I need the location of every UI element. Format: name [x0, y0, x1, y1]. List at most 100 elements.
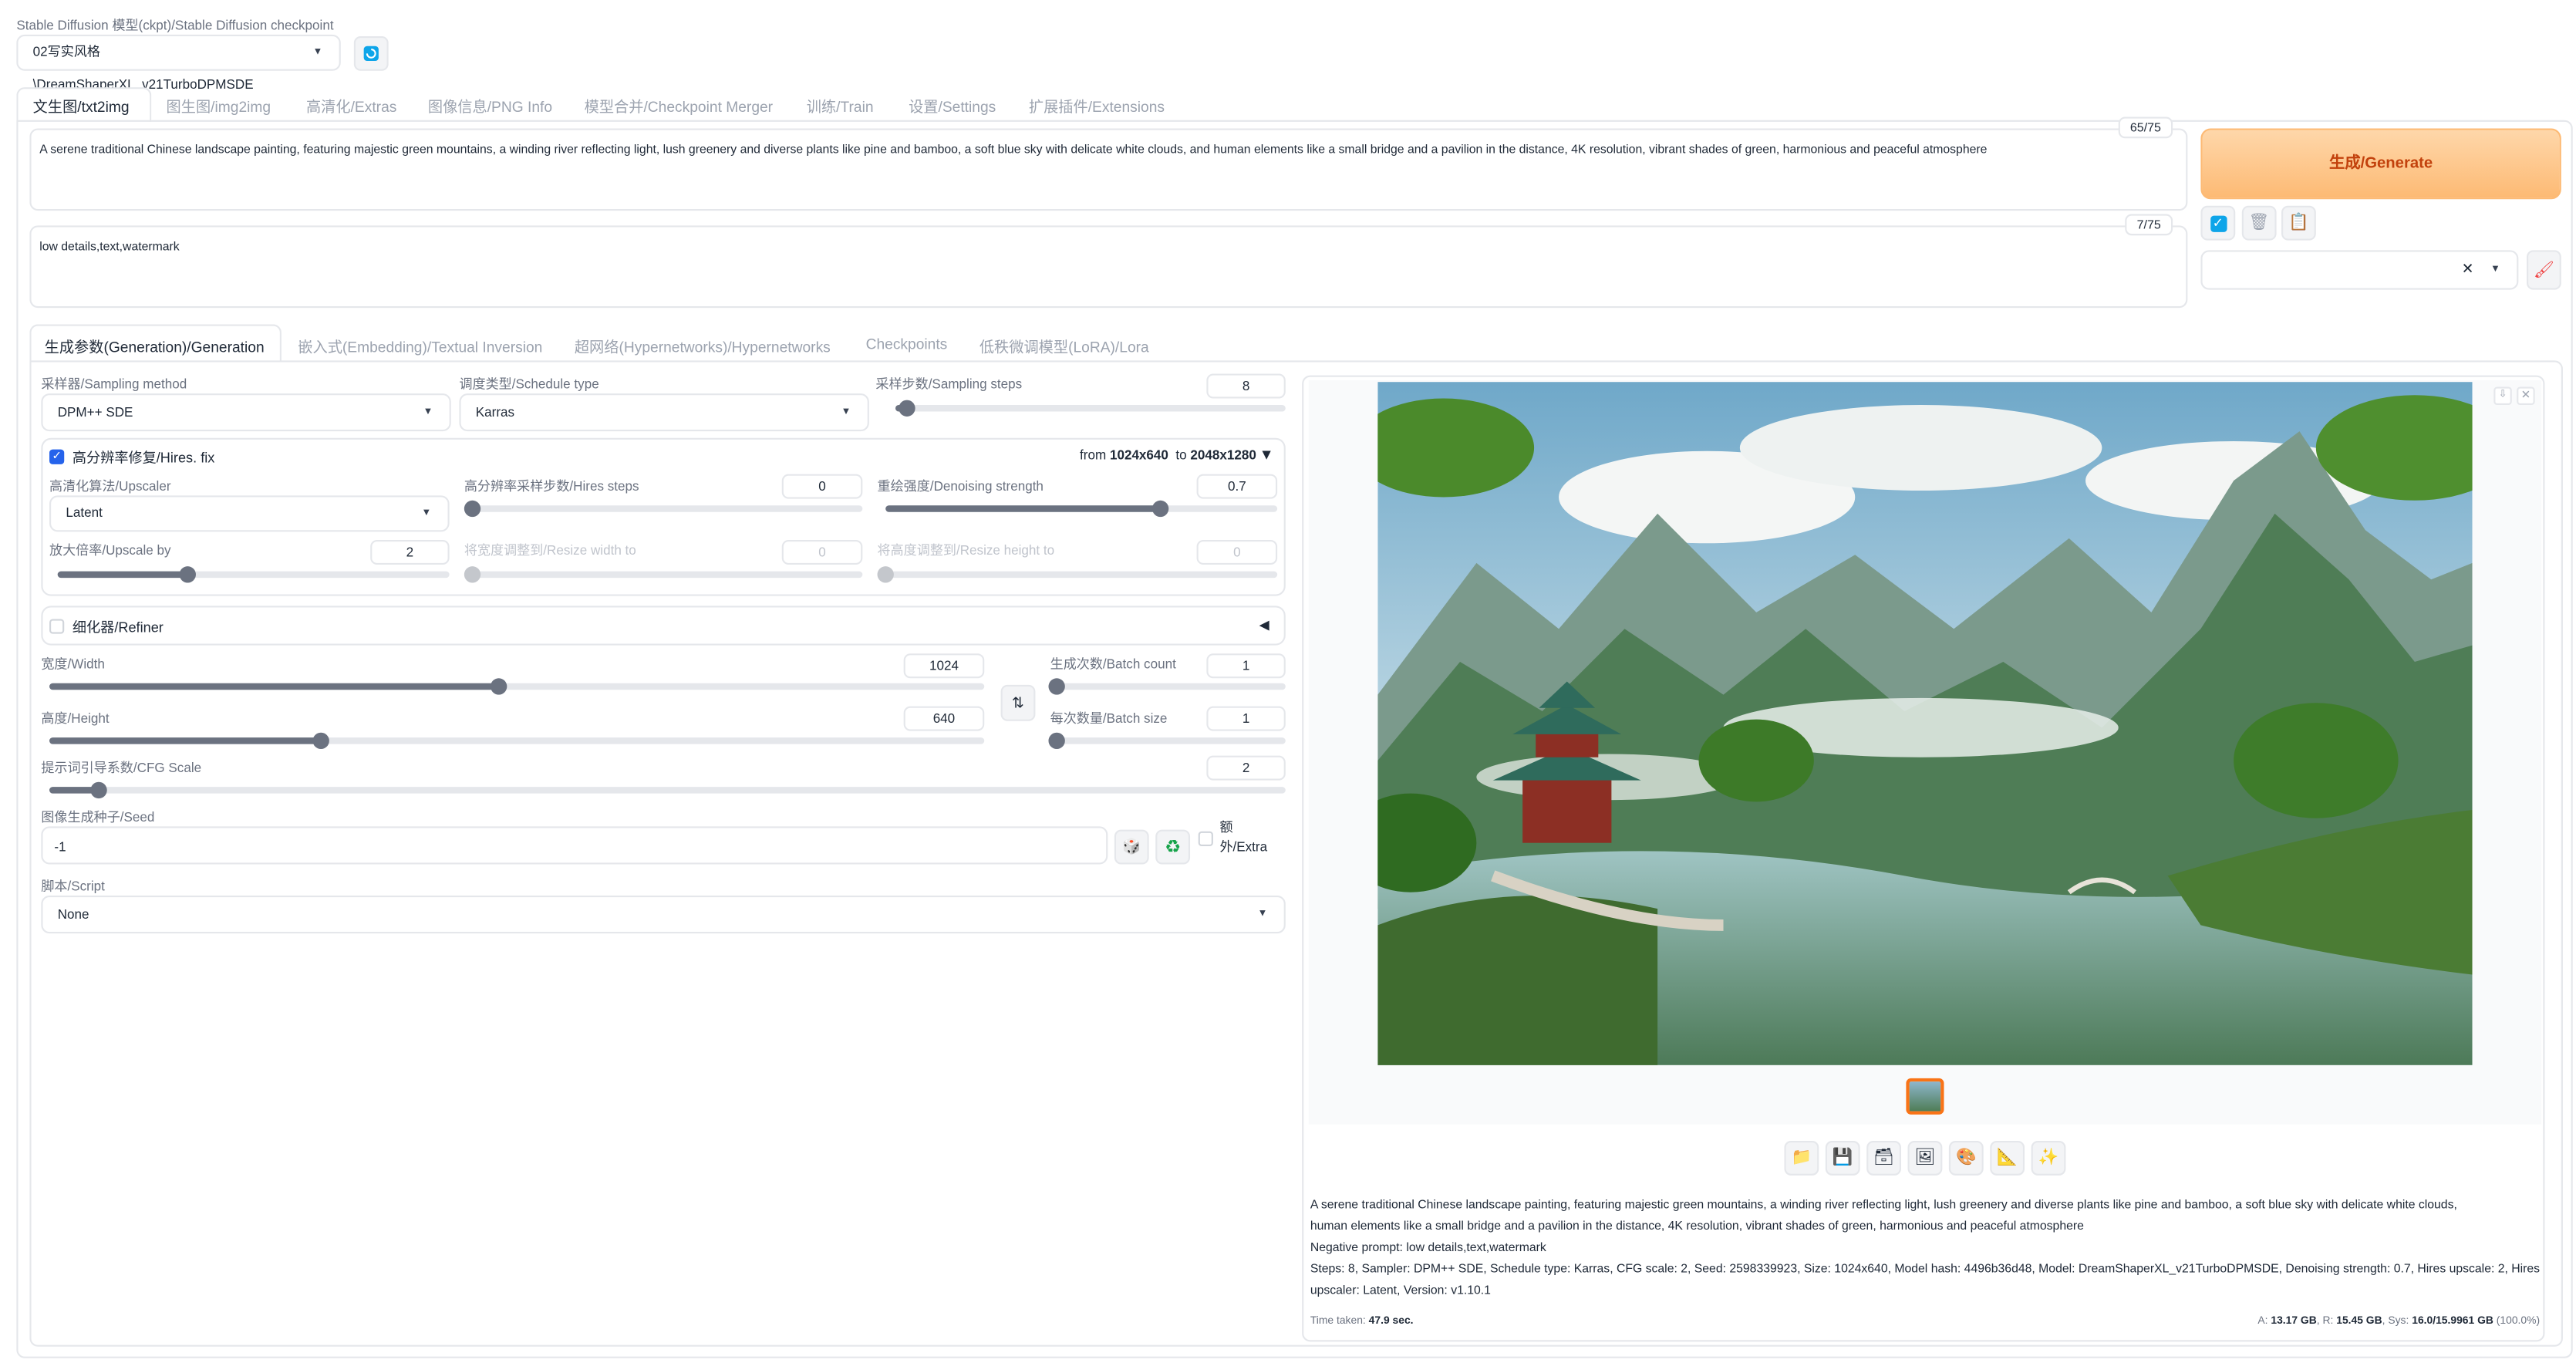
resize-height-input[interactable]: 0 — [1196, 540, 1278, 565]
download-icon[interactable]: ⇩ — [2493, 386, 2512, 406]
tab-png-info[interactable]: 图像信息/PNG Info — [428, 96, 552, 117]
trash-icon: 🗑 — [2248, 214, 2270, 232]
tab-checkpoints[interactable]: Checkpoints — [866, 336, 948, 352]
denoising-strength-input[interactable]: 0.7 — [1196, 474, 1278, 499]
tab-textual-inversion[interactable]: 嵌入式(Embedding)/Textual Inversion — [298, 336, 542, 357]
expand-icon[interactable]: ◀ — [1259, 617, 1269, 632]
upscaler-dropdown[interactable]: Latent ▼ — [49, 495, 450, 532]
resize-width-slider[interactable] — [464, 566, 863, 583]
chevron-down-icon: ▼ — [2490, 265, 2500, 275]
upscale-by-slider[interactable] — [57, 566, 450, 583]
cfg-scale-label: 提示词引导系数/CFG Scale — [41, 761, 202, 776]
send-to-inpaint-button[interactable]: 🎨 — [1948, 1141, 1984, 1176]
hires-steps-input[interactable]: 0 — [781, 474, 863, 499]
sampling-steps-slider[interactable] — [895, 400, 1286, 417]
apply-styles-button[interactable]: ✓ — [2200, 205, 2236, 241]
refiner-checkbox[interactable] — [49, 619, 65, 634]
width-slider[interactable] — [49, 678, 985, 695]
hires-resolution-info: from 1024x640 to 2048x1280 — [1080, 447, 1256, 463]
cfg-scale-input[interactable]: 2 — [1206, 755, 1286, 781]
hires-fix-label: 高分辨率修复/Hires. fix — [72, 449, 215, 466]
resize-width-label: 将宽度调整到/Resize width to — [464, 543, 636, 558]
extra-label: 额外/Extra — [1219, 819, 1268, 855]
folder-icon: 📁 — [1791, 1149, 1812, 1168]
send-to-img2img-button[interactable]: 🖼 — [1907, 1141, 1943, 1176]
generated-image[interactable] — [1377, 382, 2473, 1065]
upscale-button[interactable]: ✨ — [2031, 1141, 2066, 1176]
batch-size-input[interactable]: 1 — [1206, 706, 1286, 731]
schedule-type-dropdown[interactable]: Karras ▼ — [459, 393, 869, 432]
cfg-scale-slider[interactable] — [49, 781, 1286, 799]
clipboard-icon: 📋 — [2288, 214, 2309, 232]
swap-dimensions-button[interactable]: ⇅ — [1000, 684, 1036, 721]
sampling-steps-label: 采样步数/Sampling steps — [875, 376, 1023, 392]
prompt-token-counter: 65/75 — [2118, 116, 2173, 139]
refiner-panel[interactable] — [41, 606, 1286, 646]
send-to-extras-button[interactable]: 📐 — [1990, 1141, 2025, 1176]
schedule-type-label: 调度类型/Schedule type — [459, 376, 599, 392]
ruler-icon: 📐 — [1997, 1149, 2018, 1168]
archive-icon: 🗃 — [1873, 1149, 1895, 1168]
image-icon: 🖼 — [1914, 1149, 1936, 1168]
styles-dropdown[interactable]: ✕ ▼ — [2200, 250, 2519, 290]
trash-button[interactable]: 🗑 — [2241, 205, 2277, 241]
height-slider[interactable] — [49, 732, 985, 750]
upscale-by-label: 放大倍率/Upscale by — [49, 543, 171, 558]
tab-settings[interactable]: 设置/Settings — [909, 96, 996, 117]
resize-height-label: 将高度调整到/Resize height to — [877, 543, 1055, 558]
hires-steps-slider[interactable] — [464, 500, 863, 518]
negative-token-counter: 7/75 — [2125, 214, 2173, 236]
open-folder-button[interactable]: 📁 — [1784, 1141, 1819, 1176]
denoising-strength-slider[interactable] — [885, 500, 1278, 518]
tab-extensions[interactable]: 扩展插件/Extensions — [1029, 96, 1165, 117]
tab-hypernetworks[interactable]: 超网络(Hypernetworks)/Hypernetworks — [575, 336, 831, 357]
upscaler-label: 高清化算法/Upscaler — [49, 479, 171, 494]
tab-generation-label[interactable]: 生成参数(Generation)/Generation — [45, 336, 265, 357]
refresh-button[interactable] — [353, 35, 389, 71]
batch-count-input[interactable]: 1 — [1206, 653, 1286, 679]
recycle-icon: ♻ — [1165, 838, 1182, 858]
chevron-down-icon: ▼ — [1257, 909, 1268, 919]
resize-height-slider[interactable] — [877, 566, 1278, 583]
seed-input[interactable]: -1 — [41, 826, 1108, 865]
width-input[interactable]: 1024 — [903, 653, 985, 679]
chevron-down-icon: ▼ — [841, 407, 851, 417]
chevron-down-icon: ▼ — [312, 47, 323, 58]
height-input[interactable]: 640 — [903, 706, 985, 731]
tab-img2img[interactable]: 图生图/img2img — [167, 96, 271, 117]
refresh-icon — [363, 46, 379, 61]
tab-lora[interactable]: 低秩微调模型(LoRA)/Lora — [979, 336, 1149, 357]
batch-count-slider[interactable] — [1048, 678, 1286, 695]
prompt-input[interactable]: A serene traditional Chinese landscape p… — [29, 128, 2188, 211]
batch-size-slider[interactable] — [1048, 732, 1286, 750]
reuse-seed-button[interactable]: ♻ — [1155, 829, 1191, 865]
hires-fix-checkbox[interactable]: ✓ — [49, 449, 65, 464]
save-icon: 💾 — [1832, 1149, 1853, 1168]
sampling-method-dropdown[interactable]: DPM++ SDE ▼ — [41, 393, 451, 432]
zip-button[interactable]: 🗃 — [1866, 1141, 1902, 1176]
checkpoint-label: Stable Diffusion 模型(ckpt)/Stable Diffusi… — [16, 18, 334, 33]
checkpoint-dropdown[interactable]: 02写实风格\DreamShaperXL_v21TurboDPMSDE ▼ — [16, 34, 341, 93]
clear-icon[interactable]: ✕ — [2462, 260, 2474, 278]
random-seed-button[interactable]: 🎲 — [1114, 829, 1149, 865]
close-icon[interactable]: ✕ — [2517, 386, 2535, 406]
script-dropdown[interactable]: None ▼ — [41, 896, 1286, 934]
tab-checkpoint-merger[interactable]: 模型合并/Checkpoint Merger — [585, 96, 773, 117]
tab-train[interactable]: 训练/Train — [807, 96, 874, 117]
check-icon: ✓ — [2210, 214, 2227, 231]
tab-extras[interactable]: 高清化/Extras — [306, 96, 396, 117]
height-label: 高度/Height — [41, 710, 110, 727]
thumbnail[interactable] — [1906, 1078, 1944, 1115]
save-button[interactable]: 💾 — [1825, 1141, 1860, 1176]
sampling-steps-input[interactable]: 8 — [1206, 373, 1286, 399]
paste-button[interactable]: 📋 — [2281, 205, 2316, 241]
negative-prompt-input[interactable]: low details,text,watermark — [29, 225, 2188, 309]
collapse-icon[interactable]: ▼ — [1259, 446, 1274, 462]
denoising-strength-label: 重绘强度/Denoising strength — [877, 479, 1044, 494]
upscale-by-input[interactable]: 2 — [370, 540, 450, 565]
resize-width-input[interactable]: 0 — [781, 540, 863, 565]
tab-txt2img-label[interactable]: 文生图/txt2img — [33, 96, 130, 117]
generate-button[interactable]: 生成/Generate — [2200, 128, 2561, 200]
extra-checkbox[interactable] — [1198, 831, 1213, 846]
edit-styles-button[interactable]: 🖌 — [2526, 250, 2561, 290]
